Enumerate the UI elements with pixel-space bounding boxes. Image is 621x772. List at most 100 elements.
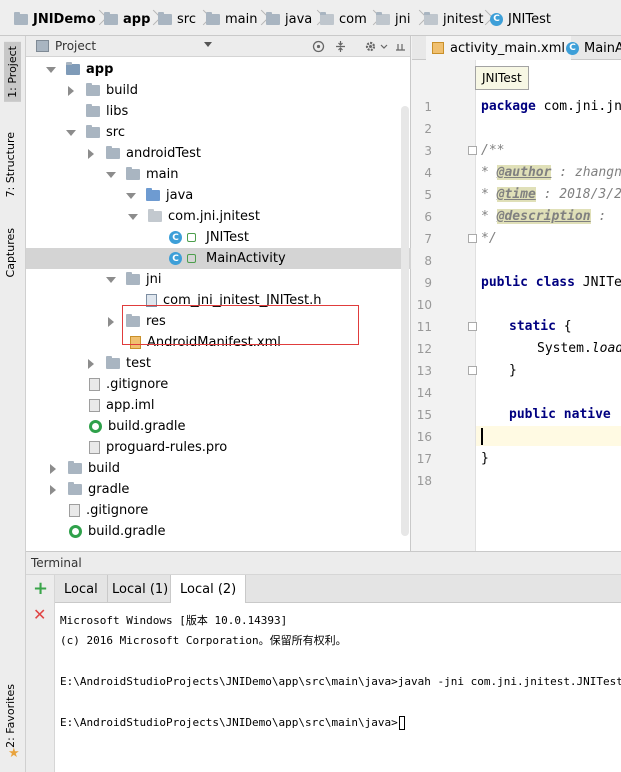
line-number: 17 bbox=[416, 452, 432, 466]
chevron-down-icon[interactable] bbox=[204, 42, 212, 47]
close-session-icon[interactable]: ✕ bbox=[33, 606, 46, 624]
code-editor[interactable]: 1 2 3 4 5 6 7 8 9 10 11 12 13 14 15 16 1… bbox=[412, 60, 621, 551]
line-number-gutter: 1 2 3 4 5 6 7 8 9 10 11 12 13 14 15 16 1… bbox=[412, 60, 477, 551]
tree-item-jnitest-class[interactable]: C JNITest bbox=[169, 227, 249, 248]
chevron-down-icon[interactable] bbox=[380, 40, 388, 53]
code-line-9: public class JNITes bbox=[481, 275, 621, 290]
tree-item-label: test bbox=[126, 356, 151, 371]
xml-file-icon bbox=[432, 42, 444, 54]
tree-item-gradle-root[interactable]: gradle bbox=[48, 479, 129, 500]
expand-arrow-icon[interactable] bbox=[46, 66, 56, 73]
tree-item-proguard[interactable]: proguard-rules.pro bbox=[89, 437, 227, 458]
chevron-right-icon bbox=[312, 9, 320, 29]
tree-item-label: .gitignore bbox=[86, 503, 149, 518]
collapse-arrow-icon[interactable] bbox=[68, 85, 74, 96]
tree-item-build-gradle-root[interactable]: build.gradle bbox=[69, 521, 166, 542]
tree-item-label: app.iml bbox=[106, 398, 155, 413]
tab-activity-main-xml[interactable]: activity_main.xml bbox=[426, 36, 572, 60]
breadcrumb-label: JNITest bbox=[508, 11, 551, 27]
terminal-tab-local-1[interactable]: Local (1) bbox=[103, 575, 179, 603]
collapse-arrow-icon[interactable] bbox=[88, 148, 94, 159]
project-panel: Project app build libs src androidTest m… bbox=[26, 36, 411, 551]
code-token: : bbox=[611, 407, 621, 422]
terminal-prompt: E:\AndroidStudioProjects\JNIDemo\app\src… bbox=[60, 716, 398, 729]
package-icon bbox=[424, 11, 438, 25]
current-line-highlight bbox=[476, 426, 621, 446]
breadcrumb-jni[interactable]: jni bbox=[376, 10, 410, 28]
javadoc-tag: @time bbox=[496, 187, 536, 202]
text-file-icon bbox=[89, 378, 100, 391]
fold-marker-icon[interactable] bbox=[468, 234, 477, 243]
tree-item-package[interactable]: com.jni.jnitest bbox=[126, 206, 260, 227]
chevron-right-icon bbox=[94, 9, 102, 29]
tree-item-app-iml[interactable]: app.iml bbox=[89, 395, 155, 416]
tree-item-gitignore-app[interactable]: .gitignore bbox=[89, 374, 168, 395]
line-number: 16 bbox=[416, 430, 432, 444]
tree-item-main[interactable]: main bbox=[106, 164, 178, 185]
tree-item-build[interactable]: build bbox=[66, 80, 138, 101]
tree-item-src[interactable]: src bbox=[66, 122, 125, 143]
package-icon bbox=[376, 11, 390, 25]
tree-item-mainactivity[interactable]: C MainActivity bbox=[169, 248, 286, 269]
collapse-all-icon[interactable] bbox=[334, 40, 347, 53]
tree-item-jni-folder[interactable]: jni bbox=[106, 269, 161, 290]
breadcrumb-label: com bbox=[339, 11, 367, 27]
expand-arrow-icon[interactable] bbox=[66, 129, 76, 136]
tooltip-text: JNITest bbox=[482, 71, 522, 85]
gradle-icon bbox=[69, 525, 82, 538]
breadcrumb-main[interactable]: main bbox=[206, 10, 257, 28]
tree-item-gitignore-root[interactable]: .gitignore bbox=[69, 500, 148, 521]
expand-arrow-icon[interactable] bbox=[128, 213, 138, 220]
breadcrumb-jnitest[interactable]: jnitest bbox=[424, 10, 483, 28]
collapse-arrow-icon[interactable] bbox=[88, 358, 94, 369]
terminal-tab-local[interactable]: Local bbox=[55, 575, 108, 603]
terminal-tab-local-2[interactable]: Local (2) bbox=[170, 575, 247, 603]
breadcrumb-src[interactable]: src bbox=[158, 10, 196, 28]
expand-arrow-icon[interactable] bbox=[106, 171, 116, 178]
breadcrumb-jnitest-class[interactable]: C JNITest bbox=[490, 10, 551, 28]
star-icon: ★ bbox=[8, 746, 20, 761]
breadcrumb-java[interactable]: java bbox=[266, 10, 312, 28]
fold-marker-icon[interactable] bbox=[468, 322, 477, 331]
tab-mainactivity[interactable]: C MainA bbox=[560, 36, 621, 60]
expand-arrow-icon[interactable] bbox=[106, 276, 116, 283]
project-scrollbar[interactable] bbox=[401, 106, 409, 536]
tree-item-java[interactable]: java bbox=[126, 185, 193, 206]
gear-icon[interactable] bbox=[364, 40, 377, 53]
collapse-arrow-icon[interactable] bbox=[108, 316, 114, 327]
annotation-highlight-box bbox=[122, 305, 359, 345]
fold-marker-icon[interactable] bbox=[468, 366, 477, 375]
collapse-arrow-icon[interactable] bbox=[50, 463, 56, 474]
target-icon[interactable] bbox=[312, 40, 325, 53]
fold-marker-icon[interactable] bbox=[468, 146, 477, 155]
structure-tool-tab[interactable]: 7: Structure bbox=[4, 132, 17, 197]
terminal-line: (c) 2016 Microsoft Corporation。保留所有权利。 bbox=[60, 634, 347, 647]
captures-tool-tab[interactable]: Captures bbox=[4, 228, 17, 277]
project-tool-tab[interactable]: 1: Project bbox=[4, 42, 21, 102]
breadcrumb-project[interactable]: JNIDemo bbox=[14, 10, 96, 28]
line-number: 18 bbox=[416, 474, 432, 488]
tree-item-test[interactable]: test bbox=[86, 353, 151, 374]
left-tool-strip: 1: Project 7: Structure Captures 2: Favo… bbox=[0, 36, 26, 772]
terminal-output[interactable]: Microsoft Windows [版本 10.0.14393] (c) 20… bbox=[55, 603, 621, 772]
tree-item-build-root[interactable]: build bbox=[48, 458, 120, 479]
expand-arrow-icon[interactable] bbox=[126, 192, 136, 199]
line-number: 10 bbox=[416, 298, 432, 312]
hide-panel-icon[interactable] bbox=[394, 40, 407, 53]
add-session-icon[interactable]: + bbox=[33, 580, 48, 598]
tree-item-androidtest[interactable]: androidTest bbox=[86, 143, 201, 164]
tree-item-build-gradle-app[interactable]: build.gradle bbox=[89, 416, 186, 437]
tab-label: Local bbox=[64, 581, 98, 597]
project-view-selector[interactable]: Project bbox=[55, 39, 96, 53]
favorites-tool-tab[interactable]: 2: Favorites bbox=[4, 684, 17, 748]
collapse-arrow-icon[interactable] bbox=[50, 484, 56, 495]
tree-item-libs[interactable]: libs bbox=[86, 101, 128, 122]
breadcrumb-com[interactable]: com bbox=[320, 10, 367, 28]
code-line-6: * @description : bbox=[481, 209, 607, 224]
comment-token: : 2018/3/2 bbox=[535, 187, 621, 202]
tree-item-label: app bbox=[86, 62, 114, 77]
tree-item-label: main bbox=[146, 167, 179, 182]
breadcrumb-label: main bbox=[225, 11, 258, 27]
breadcrumb-app[interactable]: app bbox=[104, 10, 150, 28]
tree-item-app[interactable]: app bbox=[46, 59, 113, 80]
